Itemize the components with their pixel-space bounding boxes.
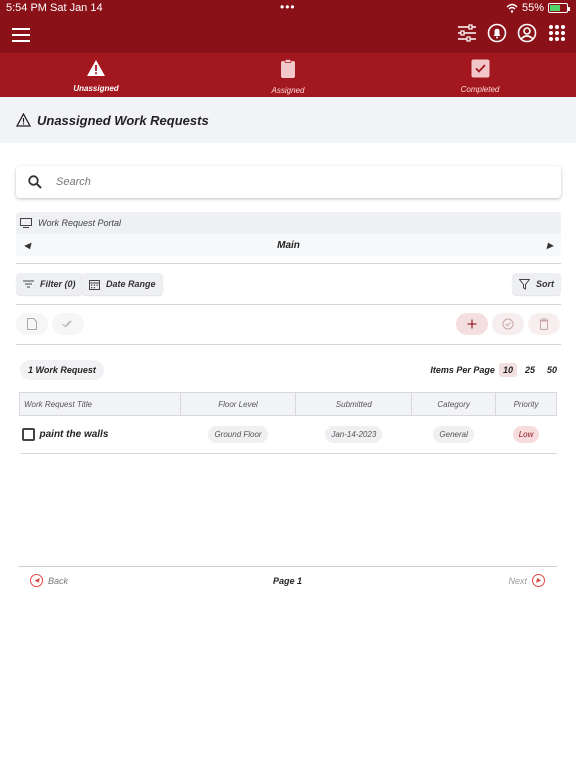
row-priority-badge: Low xyxy=(512,426,540,443)
portal-selected: Main xyxy=(277,239,300,251)
settings-sliders-icon[interactable] xyxy=(456,22,478,44)
filter-label: Filter (0) xyxy=(40,279,76,289)
column-header-floor[interactable]: Floor Level xyxy=(179,392,297,416)
filter-lines-icon xyxy=(23,280,34,288)
next-label: Next xyxy=(508,575,527,586)
table-row[interactable]: paint the walls Ground Floor Jan-14-2023… xyxy=(19,415,557,454)
row-submitted-cell: Jan-14-2023 xyxy=(295,415,412,454)
portal-header: Work Request Portal xyxy=(16,212,561,234)
funnel-icon xyxy=(519,278,530,290)
date-range-label: Date Range xyxy=(106,279,156,289)
row-priority-cell: Low xyxy=(495,415,557,454)
items-per-page-label: Items Per Page xyxy=(430,365,495,375)
portal-switcher: ◀ Main ▶ xyxy=(16,234,561,256)
plus-icon xyxy=(467,319,477,329)
pagination: ◀ Back Page 1 Next ▶ xyxy=(18,566,557,594)
checkbox-icon xyxy=(471,59,489,78)
battery-icon xyxy=(548,3,570,13)
status-right: 55% xyxy=(506,2,570,14)
tab-unassigned[interactable]: Unassigned xyxy=(0,53,192,97)
row-category: General xyxy=(433,426,474,443)
request-count-badge: 1 Work Request xyxy=(20,360,104,380)
row-checkbox[interactable] xyxy=(21,428,35,441)
monitor-icon xyxy=(20,218,32,228)
tab-completed[interactable]: Completed xyxy=(384,53,576,97)
search-bar xyxy=(16,166,561,198)
page-number: Page 1 xyxy=(272,576,303,586)
items-per-page-option-50[interactable]: 50 xyxy=(543,363,561,377)
divider xyxy=(16,263,561,264)
items-per-page: Items Per Page 10 25 50 xyxy=(430,360,561,380)
sort-button[interactable]: Sort xyxy=(512,273,561,295)
search-input[interactable] xyxy=(56,176,506,188)
approve-circle-icon[interactable] xyxy=(492,313,524,335)
tab-assigned[interactable]: Assigned xyxy=(192,53,384,97)
chevron-right-icon: ▶ xyxy=(532,574,545,587)
warning-icon xyxy=(87,60,105,76)
double-check-icon[interactable] xyxy=(52,313,84,335)
search-icon xyxy=(28,175,42,189)
apps-grid-icon[interactable] xyxy=(546,22,568,44)
tab-completed-label: Completed xyxy=(460,85,500,94)
battery-percent: 55% xyxy=(521,2,544,14)
portal-label: Work Request Portal xyxy=(38,218,122,228)
row-floor: Ground Floor xyxy=(208,426,268,443)
previous-portal-icon[interactable]: ◀ xyxy=(24,241,30,250)
next-button[interactable]: Next ▶ xyxy=(508,574,545,587)
multitask-dots-icon: ••• xyxy=(280,0,296,14)
notification-bell-icon[interactable] xyxy=(486,22,508,44)
row-floor-cell: Ground Floor xyxy=(180,415,296,454)
document-icon[interactable] xyxy=(16,313,48,335)
divider xyxy=(16,304,561,305)
calendar-icon xyxy=(89,279,100,290)
list-summary: 1 Work Request Items Per Page 10 25 50 xyxy=(16,360,561,380)
tab-bar: Unassigned Assigned Completed xyxy=(0,53,576,97)
filter-button[interactable]: Filter (0) xyxy=(16,273,83,295)
status-bar: 5:54 PM Sat Jan 14 ••• 55% xyxy=(0,0,576,16)
wifi-icon xyxy=(506,3,518,13)
sort-label: Sort xyxy=(536,279,554,289)
row-submitted: Jan-14-2023 xyxy=(325,426,383,443)
warning-outline-icon xyxy=(16,113,31,127)
column-header-priority[interactable]: Priority xyxy=(495,392,557,416)
next-portal-icon[interactable]: ▶ xyxy=(547,241,553,250)
header-actions xyxy=(456,22,568,44)
column-header-title[interactable]: Work Request Title xyxy=(19,392,181,416)
row-title[interactable]: paint the walls xyxy=(40,429,109,440)
page-header: Unassigned Work Requests xyxy=(0,97,576,143)
tab-unassigned-label: Unassigned xyxy=(73,84,119,93)
portal-selector: Work Request Portal ◀ Main ▶ xyxy=(16,212,561,256)
app-header: 5:54 PM Sat Jan 14 ••• 55% Unassigned As… xyxy=(0,0,576,97)
row-category-cell: General xyxy=(411,415,496,454)
add-request-button[interactable] xyxy=(456,313,488,335)
date-range-button[interactable]: Date Range xyxy=(82,273,163,295)
status-time: 5:54 PM xyxy=(6,2,47,14)
page-title: Unassigned Work Requests xyxy=(37,112,209,128)
row-title-cell: paint the walls xyxy=(19,415,181,454)
action-toolbar xyxy=(16,313,561,337)
profile-icon[interactable] xyxy=(516,22,538,44)
status-date: Sat Jan 14 xyxy=(50,2,103,14)
clipboard-icon xyxy=(281,59,295,78)
table-header-row: Work Request Title Floor Level Submitted… xyxy=(19,392,557,416)
column-header-submitted[interactable]: Submitted xyxy=(295,392,413,416)
tab-assigned-label: Assigned xyxy=(271,86,305,95)
column-header-category[interactable]: Category xyxy=(411,392,497,416)
menu-icon[interactable] xyxy=(12,28,30,42)
items-per-page-option-10[interactable]: 10 xyxy=(498,363,517,377)
trash-icon[interactable] xyxy=(528,313,560,335)
work-request-table: Work Request Title Floor Level Submitted… xyxy=(19,392,557,454)
divider xyxy=(16,344,561,345)
items-per-page-option-25[interactable]: 25 xyxy=(521,363,539,377)
filter-bar: Filter (0) Date Range Sort xyxy=(16,273,561,295)
